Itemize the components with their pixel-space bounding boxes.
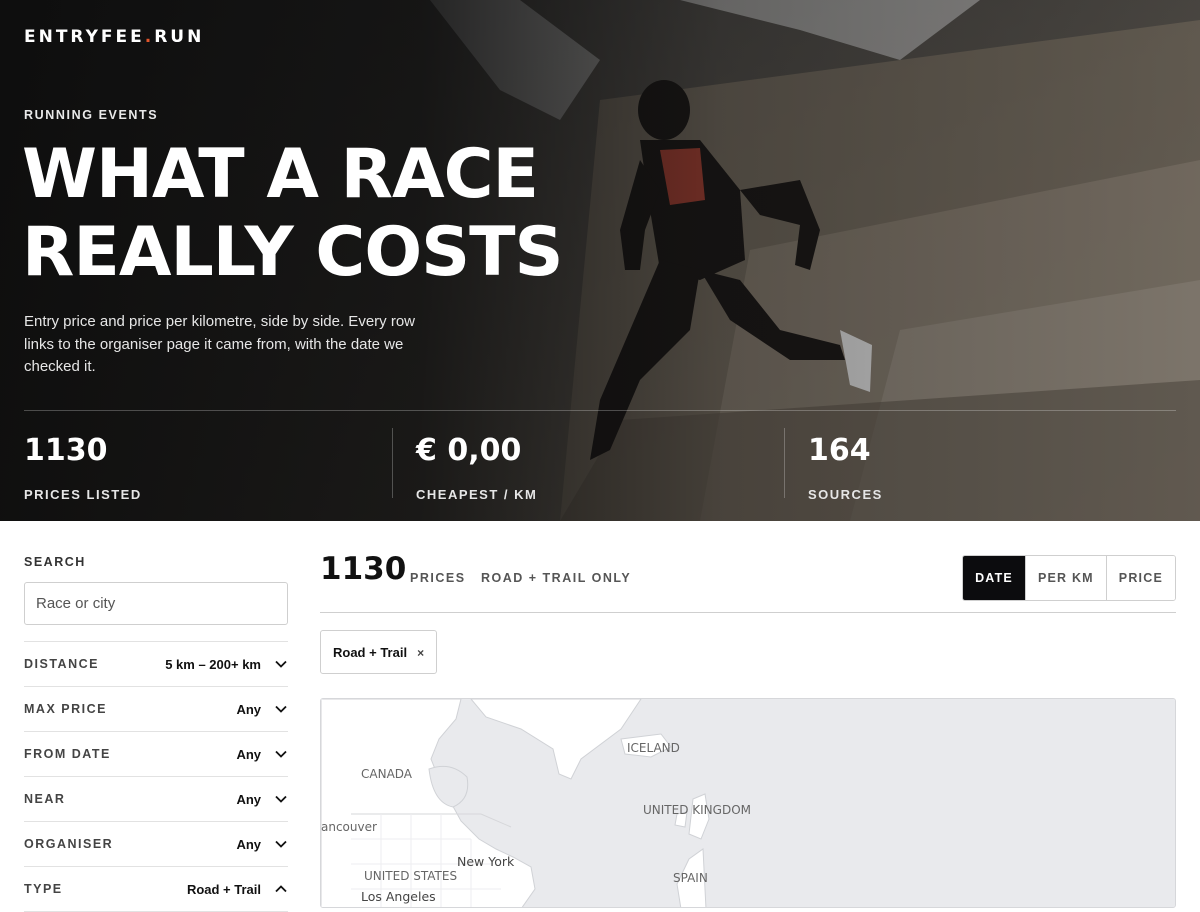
stat-cheapest-per-km: € 0,00 CHEAPEST / KM: [392, 411, 784, 521]
filter-distance[interactable]: DISTANCE 5 km – 200+ km: [24, 642, 288, 687]
stat-label: SOURCES: [808, 487, 883, 502]
results-count-unit: PRICES: [410, 571, 466, 585]
filter-right: Any: [236, 747, 288, 762]
filter-value: Any: [236, 701, 261, 717]
search-input[interactable]: [24, 582, 288, 625]
logo-text-suffix: RUN: [154, 27, 205, 47]
chevron-down-icon: [274, 702, 288, 716]
map-label-canada: CANADA: [361, 767, 413, 781]
stat-prices-listed: 1130 PRICES LISTED: [24, 411, 392, 521]
logo-text: ENTRYFEE: [24, 27, 145, 47]
stat-label: CHEAPEST / KM: [416, 487, 538, 502]
stat-value: 164: [808, 433, 871, 468]
filter-value: Any: [236, 791, 261, 807]
stat-value: € 0,00: [416, 433, 522, 468]
active-filter-chip[interactable]: Road + Trail ×: [320, 630, 438, 674]
filter-right: Road + Trail: [187, 882, 288, 897]
filter-value: Any: [236, 836, 261, 852]
results-section: SEARCH DISTANCE 5 km – 200+ km MAX PRICE…: [0, 521, 1200, 912]
filter-label: NEAR: [24, 792, 66, 806]
stat-label: PRICES LISTED: [24, 487, 142, 502]
map-label-united-states: UNITED STATES: [364, 869, 458, 883]
sort-date-button[interactable]: DATE: [963, 556, 1025, 600]
filter-organiser[interactable]: ORGANISER Any: [24, 822, 288, 867]
hero-eyebrow: RUNNING EVENTS: [24, 108, 159, 122]
chevron-down-icon: [274, 657, 288, 671]
sort-per-km-button[interactable]: PER KM: [1024, 556, 1106, 600]
filter-label: MAX PRICE: [24, 702, 107, 716]
filter-max-price[interactable]: MAX PRICE Any: [24, 687, 288, 732]
chevron-up-icon: [274, 882, 288, 896]
sort-toggle-group: DATE PER KM PRICE: [962, 555, 1176, 601]
chevron-down-icon: [274, 792, 288, 806]
hero-headline: WHAT A RACE REALLY COSTS: [22, 135, 563, 292]
map-label-vancouver: ancouver: [321, 820, 377, 834]
filter-value: Any: [236, 746, 261, 762]
results-count: 1130: [320, 551, 407, 587]
hero-content: ENTRYFEE.RUN RUNNING EVENTS WHAT A RACE …: [0, 0, 1200, 521]
filter-label: FROM DATE: [24, 747, 111, 761]
map-label-iceland: ICELAND: [627, 741, 680, 755]
filter-value: 5 km – 200+ km: [165, 656, 261, 672]
map-label-spain: SPAIN: [673, 871, 708, 885]
race-map[interactable]: CANADA ancouver UNITED STATES New York L…: [320, 698, 1176, 908]
map-label-los-angeles: Los Angeles: [361, 889, 436, 904]
stat-value: 1130: [24, 433, 108, 468]
filter-right: Any: [236, 702, 288, 717]
headline-line-1: WHAT A RACE: [22, 135, 539, 214]
results-header: 1130 PRICES ROAD + TRAIL ONLY DATE PER K…: [320, 521, 1176, 613]
results-scope: ROAD + TRAIL ONLY: [481, 571, 632, 585]
filter-from-date[interactable]: FROM DATE Any: [24, 732, 288, 777]
filter-type[interactable]: TYPE Road + Trail: [24, 867, 288, 912]
map-label-new-york: New York: [457, 854, 515, 869]
chevron-down-icon: [274, 747, 288, 761]
filter-list: DISTANCE 5 km – 200+ km MAX PRICE Any FR…: [24, 641, 288, 912]
filter-near[interactable]: NEAR Any: [24, 777, 288, 822]
stats-bar: 1130 PRICES LISTED € 0,00 CHEAPEST / KM …: [24, 410, 1176, 521]
site-logo[interactable]: ENTRYFEE.RUN: [24, 27, 204, 47]
results-main: 1130 PRICES ROAD + TRAIL ONLY DATE PER K…: [320, 521, 1176, 908]
filter-label: TYPE: [24, 882, 63, 896]
filter-label: ORGANISER: [24, 837, 114, 851]
sort-price-button[interactable]: PRICE: [1105, 556, 1175, 600]
filter-label: DISTANCE: [24, 657, 99, 671]
filter-right: 5 km – 200+ km: [165, 657, 288, 672]
filter-value: Road + Trail: [186, 881, 261, 897]
hero-section: ENTRYFEE.RUN RUNNING EVENTS WHAT A RACE …: [0, 0, 1200, 521]
filter-right: Any: [236, 837, 288, 852]
map-label-united-kingdom: UNITED KINGDOM: [643, 803, 751, 817]
chevron-down-icon: [274, 837, 288, 851]
hero-lede: Entry price and price per kilometre, sid…: [24, 313, 415, 375]
headline-line-2: REALLY COSTS: [22, 213, 563, 292]
filter-sidebar: SEARCH DISTANCE 5 km – 200+ km MAX PRICE…: [24, 521, 288, 912]
logo-dot: .: [144, 27, 155, 47]
close-icon[interactable]: ×: [417, 646, 424, 660]
search-label: SEARCH: [24, 555, 86, 569]
stat-sources: 164 SOURCES: [784, 411, 1176, 521]
chip-label: Road + Trail: [333, 644, 408, 660]
filter-right: Any: [236, 792, 288, 807]
